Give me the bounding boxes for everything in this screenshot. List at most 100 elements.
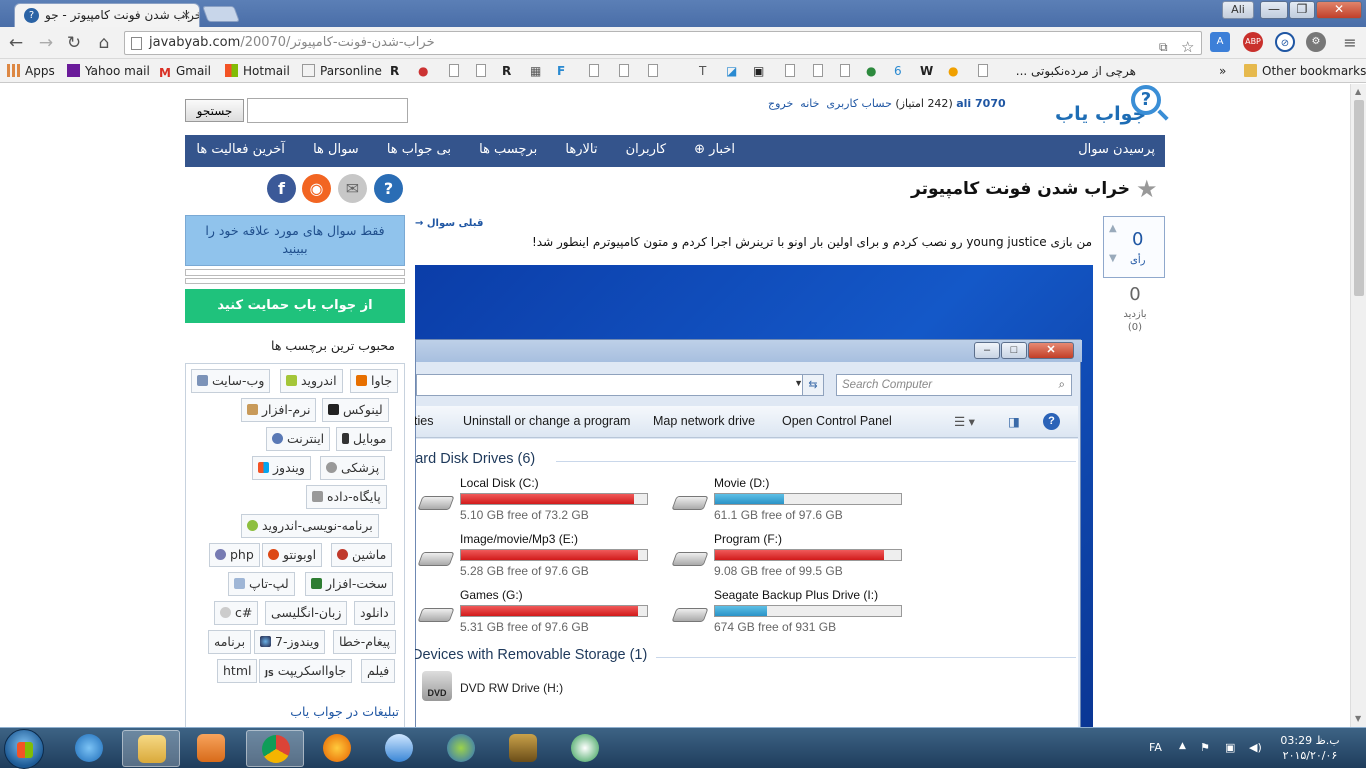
bookmark-play-icon[interactable]: ● bbox=[948, 62, 958, 80]
tag-windows-7[interactable]: ویندوز-7 bbox=[254, 630, 326, 654]
tag-error-message[interactable]: پیغام-خطا bbox=[333, 630, 397, 654]
tag-android-programming[interactable]: برنامه-نویسی-اندروید bbox=[241, 514, 379, 538]
tag-java[interactable]: جاوا bbox=[350, 369, 399, 393]
bookmark-tz-icon[interactable]: T bbox=[699, 62, 706, 80]
profile-badge[interactable]: Ali bbox=[1222, 1, 1254, 19]
username-link[interactable]: ali 7070 bbox=[956, 97, 1005, 110]
vote-down-icon[interactable]: ▼ bbox=[1109, 253, 1117, 264]
taskbar-bird-app[interactable] bbox=[370, 730, 428, 767]
bookmark-gmail[interactable]: M Gmail bbox=[159, 62, 211, 80]
home-icon[interactable]: ⌂ bbox=[94, 33, 114, 53]
home-link[interactable]: خانه bbox=[800, 97, 819, 110]
clock[interactable]: 03:29 ب.ظ ۲۰۱۵/۲۰/۰۶ bbox=[1262, 733, 1358, 763]
bookmark-parsonline[interactable]: Parsonline bbox=[302, 62, 382, 80]
taskbar-explorer[interactable] bbox=[122, 730, 180, 767]
favorites-filter-box[interactable]: فقط سوال های مورد علاقه خود را ببینید bbox=[185, 215, 405, 266]
nav-item-tags[interactable]: برچسب ها bbox=[479, 142, 537, 157]
bookmark-page-icon[interactable] bbox=[785, 64, 795, 77]
browser-tab-active[interactable]: ? خراب شدن فونت کامپیوتر - جو × bbox=[14, 3, 200, 27]
email-icon[interactable]: ✉ bbox=[338, 174, 367, 203]
window-close-button[interactable]: ✕ bbox=[1316, 1, 1362, 19]
reload-icon[interactable]: ↻ bbox=[64, 33, 84, 53]
support-button[interactable]: از جواب یاب حمایت کنید bbox=[185, 289, 405, 323]
tag-csharp[interactable]: c# bbox=[214, 601, 259, 625]
bookmark-star-icon[interactable]: ☆ bbox=[1181, 36, 1194, 54]
menu-icon[interactable]: ≡ bbox=[1340, 33, 1360, 53]
tab-close-icon[interactable]: × bbox=[181, 4, 191, 26]
favorite-star-icon[interactable]: ★ bbox=[1136, 175, 1158, 203]
facebook-icon[interactable]: f bbox=[267, 174, 296, 203]
forward-arrow-icon[interactable]: → bbox=[36, 33, 56, 53]
adblock-plus-icon[interactable]: ABP bbox=[1243, 32, 1263, 52]
bookmark-page-icon[interactable] bbox=[813, 64, 823, 77]
account-link[interactable]: حساب کاربری bbox=[826, 97, 891, 110]
bookmark-yahoo[interactable]: Yahoo mail bbox=[67, 62, 150, 80]
new-tab-button[interactable] bbox=[202, 6, 240, 22]
bookmark-page-icon[interactable] bbox=[619, 64, 629, 77]
nav-item-forums[interactable]: تالارها bbox=[565, 142, 597, 157]
bookmark-r-icon[interactable]: R bbox=[502, 62, 511, 80]
taskbar-ie[interactable] bbox=[60, 730, 118, 767]
bookmark-six-icon[interactable]: 6 bbox=[894, 62, 902, 80]
tag-html[interactable]: html bbox=[217, 659, 258, 683]
tag-medical[interactable]: پزشکی bbox=[320, 456, 386, 480]
nav-item-unanswered[interactable]: بی جواب ها bbox=[387, 142, 451, 157]
bookmark-page-icon[interactable] bbox=[476, 64, 486, 77]
nav-item-users[interactable]: کاربران bbox=[626, 142, 666, 157]
bookmark-page-icon[interactable] bbox=[840, 64, 850, 77]
bookmarks-overflow[interactable]: » bbox=[1219, 62, 1226, 80]
taskbar-planet-app[interactable] bbox=[432, 730, 490, 767]
volume-icon[interactable]: ◀) bbox=[1249, 741, 1262, 754]
address-bar[interactable]: javabyab.com/20070/خراب-شدن-فونت-کامپیوت… bbox=[124, 31, 1202, 55]
nav-item-news[interactable]: اخبار ⊕ bbox=[694, 142, 735, 157]
tag-android[interactable]: اندروید bbox=[280, 369, 343, 393]
tag-internet[interactable]: اینترنت bbox=[266, 427, 331, 451]
nav-item-activity[interactable]: آخرین فعالیت ها bbox=[196, 142, 285, 157]
tag-mobile[interactable]: موبایل bbox=[336, 427, 393, 451]
flag-icon[interactable]: ⚑ bbox=[1200, 741, 1210, 754]
scroll-up-icon[interactable]: ▲ bbox=[1355, 87, 1361, 96]
logout-link[interactable]: خروج bbox=[768, 97, 793, 110]
bookmark-other[interactable]: Other bookmarks bbox=[1244, 62, 1366, 80]
bookmark-blue-icon[interactable]: ◪ bbox=[726, 62, 737, 80]
bookmark-image-icon[interactable]: ▦ bbox=[530, 62, 541, 80]
taskbar-chrome[interactable] bbox=[246, 730, 304, 767]
bookmark-green-icon[interactable]: ● bbox=[866, 62, 876, 80]
tag-movie[interactable]: فیلم bbox=[361, 659, 396, 683]
tag-javascript[interactable]: JS جاوااسکریپت bbox=[259, 659, 353, 683]
vote-up-icon[interactable]: ▲ bbox=[1109, 223, 1117, 234]
window-maximize-button[interactable]: ❐ bbox=[1289, 1, 1315, 19]
tag-hardware[interactable]: سخت-افزار bbox=[305, 572, 394, 596]
site-logo[interactable]: جواب یاب ? bbox=[1055, 85, 1169, 127]
page-scrollbar[interactable]: ▲ ▼ bbox=[1350, 84, 1366, 727]
taskbar-game[interactable] bbox=[494, 730, 552, 767]
back-arrow-icon[interactable]: ← bbox=[6, 33, 26, 53]
ads-link[interactable]: تبلیغات در جواب یاب bbox=[185, 704, 399, 719]
window-minimize-button[interactable]: — bbox=[1260, 1, 1288, 19]
tag-windows[interactable]: ویندوز bbox=[252, 456, 311, 480]
bookmark-page-icon[interactable] bbox=[978, 64, 988, 77]
scroll-thumb[interactable] bbox=[1354, 100, 1364, 296]
tag-program[interactable]: برنامه bbox=[208, 630, 252, 654]
previous-question-link[interactable]: → قبلی سوال bbox=[415, 218, 483, 229]
taskbar-firefox[interactable] bbox=[308, 730, 366, 767]
tag-website[interactable]: وب-سایت bbox=[191, 369, 271, 393]
translate-page-icon[interactable]: ⧉ bbox=[1159, 36, 1168, 54]
bookmark-page-icon[interactable] bbox=[589, 64, 599, 77]
taskbar-media[interactable] bbox=[182, 730, 240, 767]
bookmark-film-icon[interactable]: ▣ bbox=[753, 62, 764, 80]
tag-php[interactable]: php bbox=[209, 543, 260, 567]
bookmark-hotmail[interactable]: Hotmail bbox=[225, 62, 290, 80]
translate-extension-icon[interactable]: A bbox=[1210, 32, 1230, 52]
nav-item-questions[interactable]: سوال ها bbox=[313, 142, 359, 157]
network-icon[interactable]: ▣ bbox=[1225, 741, 1235, 754]
scroll-down-icon[interactable]: ▼ bbox=[1355, 714, 1361, 723]
tag-linux[interactable]: لینوکس bbox=[322, 398, 389, 422]
bookmark-page-icon[interactable] bbox=[449, 64, 459, 77]
block-extension-icon[interactable]: ⊘ bbox=[1275, 32, 1295, 52]
tag-laptop[interactable]: لپ-تاپ bbox=[228, 572, 295, 596]
tag-car[interactable]: ماشین bbox=[331, 543, 393, 567]
bookmark-f-icon[interactable]: F bbox=[557, 62, 565, 80]
ask-question-link[interactable]: پرسیدن سوال bbox=[1078, 142, 1155, 157]
tray-expand-icon[interactable]: ▲ bbox=[1179, 741, 1186, 751]
